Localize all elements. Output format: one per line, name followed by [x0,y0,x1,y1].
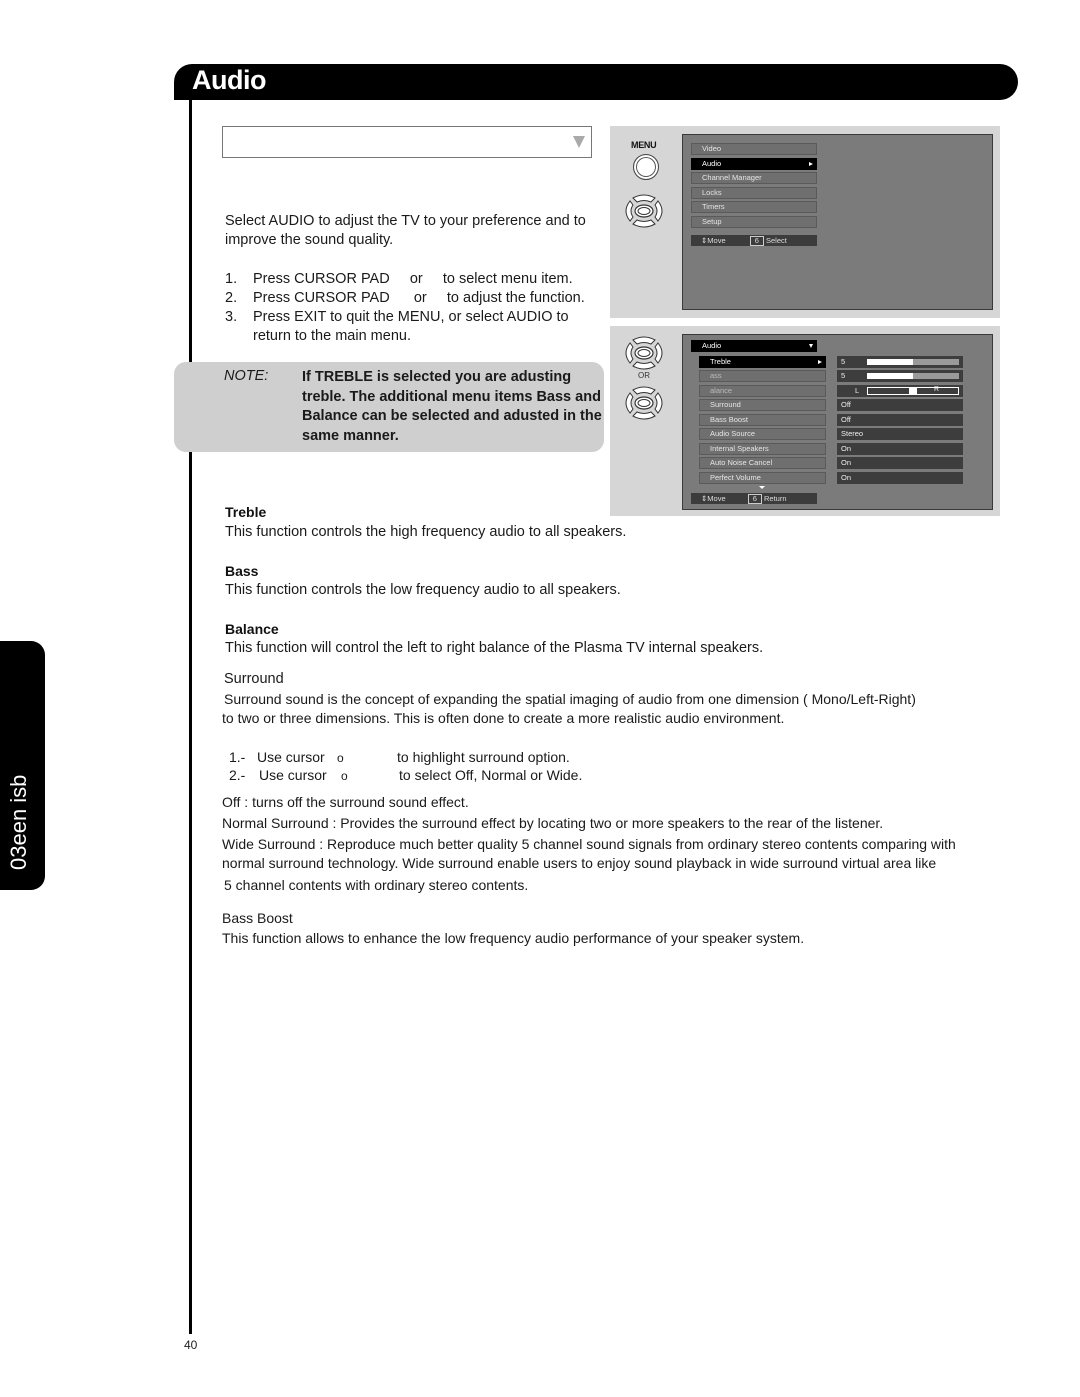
surround-wide-text-2: normal surround technology. Wide surroun… [222,855,937,871]
hint-bar: ⇕Move 6 Select [691,235,817,246]
menu-item-audio[interactable]: Audio [691,158,817,170]
balance-heading: Balance [225,621,279,637]
cursor-pad-icon [625,386,663,420]
audio-item-bass-boost[interactable]: Bass Boost [699,414,826,426]
menu-item-timers[interactable]: Timers [691,201,817,213]
treble-value[interactable]: 5 [837,356,963,368]
audio-menu-illustration: OR Audio Treble ass alance Surround Bass… [610,326,1000,516]
key-icon: 6 [747,494,762,504]
audio-item-internal-speakers[interactable]: Internal Speakers [699,443,826,455]
scroll-down-icon[interactable] [759,486,765,489]
note-label: NOTE: [224,368,269,384]
dropdown-arrow-icon [809,344,813,348]
step-item: 1. Press CURSOR PAD or to select menu ite… [225,271,573,287]
surround-step: 1.- Use cursor o to highlight surround opti… [229,749,570,765]
balance-value[interactable]: L R [837,385,963,397]
move-arrows-icon: ⇕ [701,494,708,503]
section-header-bar [174,64,1018,100]
menu-item-locks[interactable]: Locks [691,187,817,199]
section-select-box[interactable] [222,126,592,158]
surround-wide-text-3: 5 channel contents with ordinary stereo … [224,877,529,893]
menu-button-label: MENU [631,140,657,150]
audio-item-surround[interactable]: Surround [699,399,826,411]
surround-step: 2.- Use cursor o to select Off, Normal or W… [229,767,583,783]
bass-boost-text: This function allows to enhance the low … [222,930,805,946]
audio-item-treble[interactable]: Treble [699,356,826,368]
bass-slider[interactable] [867,373,959,379]
margin-rule [189,100,192,1334]
hint-bar: ⇕Move 6 Return [691,493,817,504]
bass-text: This function controls the low frequency… [225,582,621,598]
menu-item-setup[interactable]: Setup [691,216,817,228]
cursor-pad-icon [625,194,663,228]
audio-source-value[interactable]: Stereo [837,428,963,440]
page-title: Audio [192,65,266,95]
or-label: OR [638,371,650,380]
step-item: 2. Press CURSOR PAD or to adjust the func… [225,290,585,306]
key-icon: 6 [749,236,764,246]
arrow-right-icon [818,360,822,364]
dropdown-arrow-icon [573,136,585,148]
perfect-volume-value[interactable]: On [837,472,963,484]
move-arrows-icon: ⇕ [701,236,708,245]
surround-value[interactable]: Off [837,399,963,411]
bass-slider-fill [867,373,913,379]
treble-slider-fill [867,359,913,365]
surround-normal-text: Normal Surround : Provides the surround … [222,815,884,831]
main-menu-illustration: MENU Video Audio Channel Manager Locks T… [610,126,1000,318]
auto-noise-cancel-value[interactable]: On [837,457,963,469]
audio-item-auto-noise-cancel[interactable]: Auto Noise Cancel [699,457,826,469]
page-number: 40 [184,1338,198,1352]
side-tab-label: 03een isb [6,774,31,870]
surround-text-1: Surround sound is the concept of expandi… [224,691,916,707]
audio-item-perfect-volume[interactable]: Perfect Volume [699,472,826,484]
audio-item-audio-source[interactable]: Audio Source [699,428,826,440]
bass-value[interactable]: 5 [837,370,963,382]
surround-wide-text-1: Wide Surround : Reproduce much better qu… [222,836,956,852]
treble-text: This function controls the high frequenc… [225,524,627,540]
surround-text-2: to two or three dimensions. This is ofte… [222,710,785,726]
intro-steps: 1. Press CURSOR PAD or to select menu ite… [225,270,605,346]
menu-button-icon [633,154,659,180]
balance-slider[interactable]: R [867,386,959,395]
cursor-pad-icon [625,336,663,370]
bass-boost-value[interactable]: Off [837,414,963,426]
audio-item-bass[interactable]: ass [699,370,826,382]
menu-item-video[interactable]: Video [691,143,817,155]
bass-heading: Bass [225,563,259,579]
note-text: If TREBLE is selected you are adusting t… [302,369,602,444]
balance-text: This function will control the left to r… [225,640,764,656]
audio-item-balance[interactable]: alance [699,385,826,397]
step-item: 3. Press EXIT to quit the MENU, or select… [225,309,569,344]
tv-screen-main-menu: Video Audio Channel Manager Locks Timers… [682,134,993,310]
surround-heading: Surround [224,671,284,687]
surround-off-text: Off : turns off the surround sound effec… [222,794,469,810]
internal-speakers-value[interactable]: On [837,443,963,455]
intro-text: Select AUDIO to adjust the TV to your pr… [225,213,586,248]
balance-slider-knob[interactable] [909,388,917,394]
audio-menu-title[interactable]: Audio [691,340,817,352]
treble-heading: Treble [225,504,267,520]
arrow-right-icon [809,162,813,166]
tv-screen-audio-menu: Audio Treble ass alance Surround Bass Bo… [682,334,993,510]
bass-boost-heading: Bass Boost [222,910,293,926]
menu-item-channel-manager[interactable]: Channel Manager [691,172,817,184]
treble-slider[interactable] [867,359,959,365]
